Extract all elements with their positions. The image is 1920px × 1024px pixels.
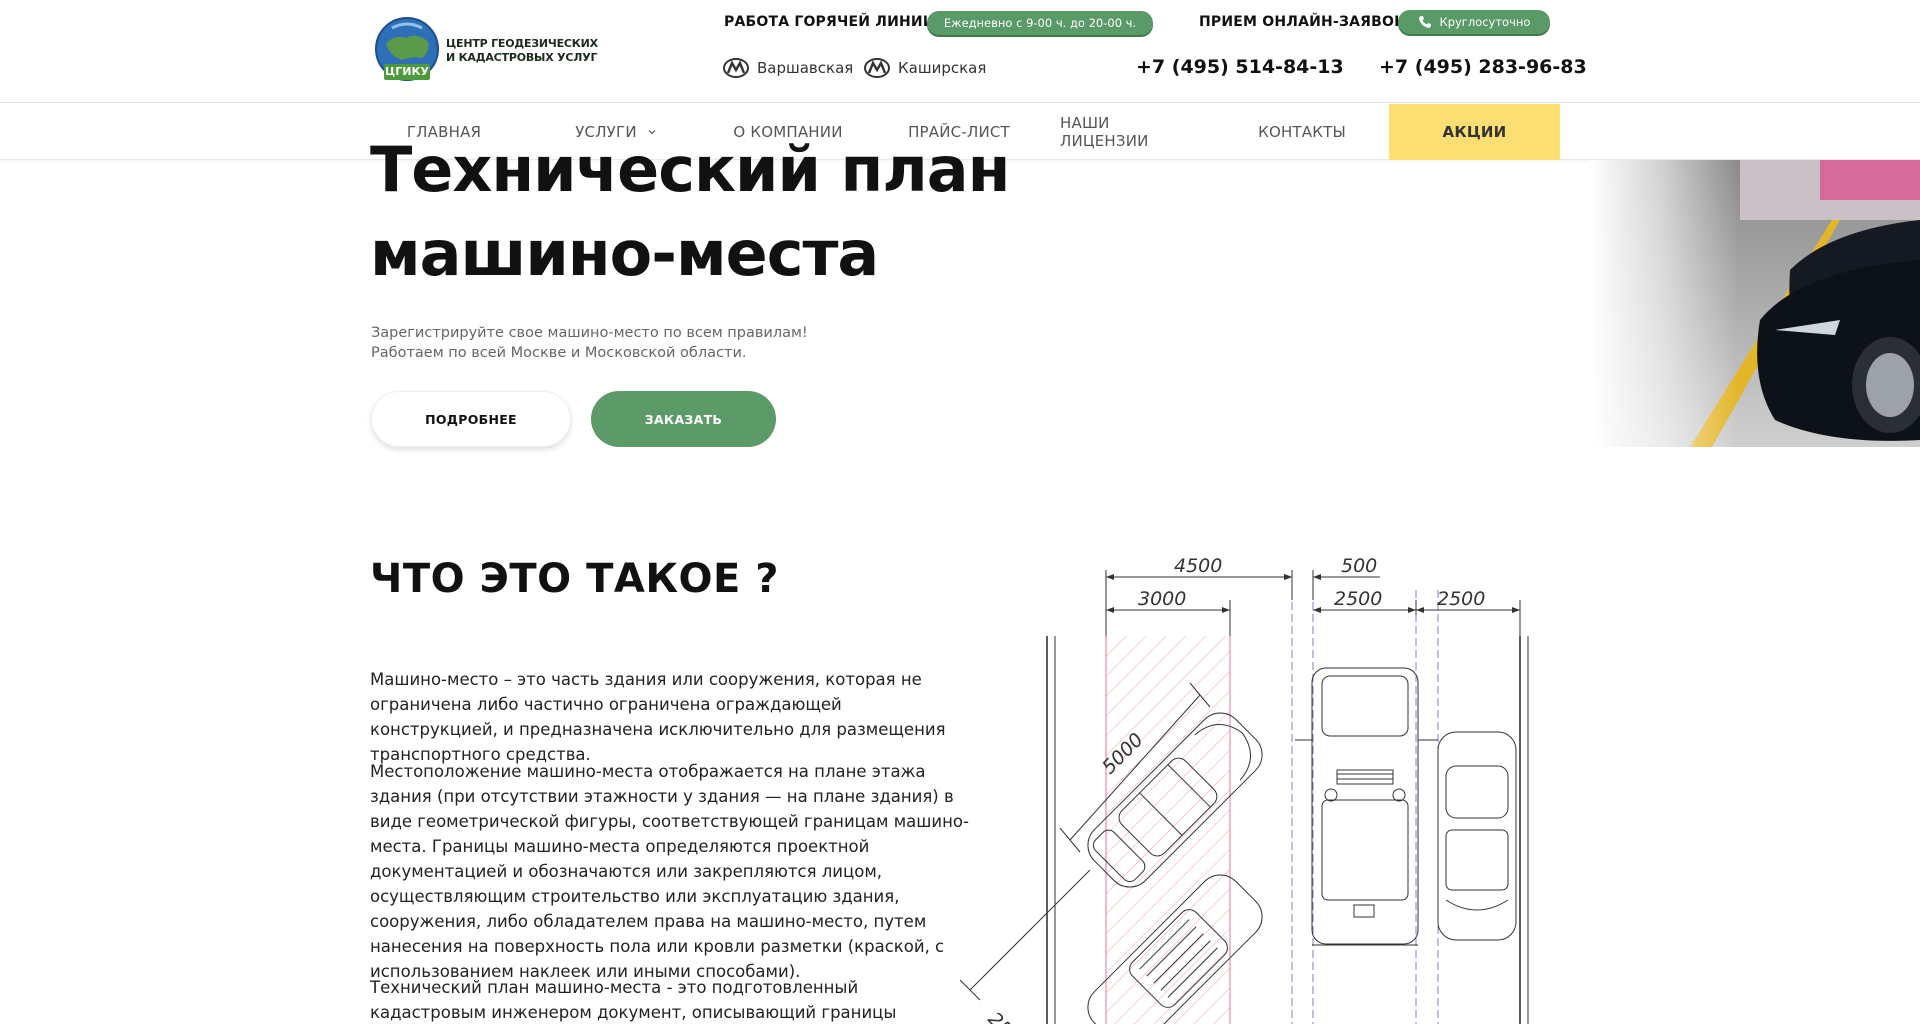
hero-title-line-2: машино-места [370,217,879,290]
order-button[interactable]: ЗАКАЗАТЬ [591,391,776,447]
tech-plan-paragraph: Технический план машино-места - это подг… [370,978,897,1022]
metro-icon [864,58,890,78]
hero-subtitle-line-2: Работаем по всей Москве и Московской обл… [371,345,747,361]
logo-emblem: ЦГИКУ [372,16,442,86]
hotline-hours-badge: Ежедневно с 9-00 ч. до 20-00 ч. [927,11,1153,35]
parking-space-diagram: 4500 500 3000 2500 2500 5000 2500 [955,548,1540,1024]
hero-title-line-1: Технический план [370,133,1010,206]
metro-station-2: Каширская [864,58,986,78]
online-requests-label: ПРИЕМ ОНЛАЙН-ЗАЯВОК: [1199,14,1412,30]
phone-number-1[interactable]: +7 (495) 514-84-13 [1136,56,1344,78]
dim-label-3000: 3000 [1138,588,1186,610]
company-logo[interactable]: ЦГИКУ ЦЕНТР ГЕОДЕЗИЧЕСКИХ И КАДАСТРОВЫХ … [372,16,612,86]
nav-item-licenses[interactable]: НАШИ ЛИЦЕНЗИИ [1060,104,1202,160]
section-title: ЧТО ЭТО ТАКОЕ ? [370,556,780,602]
logo-badge: ЦГИКУ [385,65,429,78]
phone-icon [1418,16,1431,28]
dim-label-2500-a: 2500 [1334,588,1382,610]
hero-subtitle-line-1: Зарегистрируйте свое машино-место по все… [371,325,808,341]
hotline-label: РАБОТА ГОРЯЧЕЙ ЛИНИИ: [724,14,941,30]
metro-icon [723,58,749,78]
metro-station-name: Варшавская [757,59,854,77]
more-info-button[interactable]: ПОДРОБНЕЕ [371,391,571,447]
logo-text: ЦЕНТР ГЕОДЕЗИЧЕСКИХ И КАДАСТРОВЫХ УСЛУГ [446,37,598,65]
online-hours-badge[interactable]: Круглосуточно [1398,10,1550,34]
metro-station-1: Варшавская [723,58,853,78]
dim-label-2500-b: 2500 [1437,588,1485,610]
logo-line-2: И КАДАСТРОВЫХ УСЛУГ [446,51,598,64]
dim-label-2500-c: 2500 [983,1008,1033,1024]
dim-label-4500: 4500 [1174,555,1222,577]
dim-label-500: 500 [1341,555,1377,577]
logo-line-1: ЦЕНТР ГЕОДЕЗИЧЕСКИХ [446,37,598,50]
definition-paragraph: Машино-место – это часть здания или соор… [370,670,946,764]
nav-item-contacts[interactable]: КОНТАКТЫ [1236,104,1368,160]
hero-parking-photo [1590,160,1920,447]
location-paragraph: Местоположение машино-места отображается… [370,762,969,981]
nav-item-promotions[interactable]: АКЦИИ [1389,104,1560,160]
hero-subtitle: Зарегистрируйте свое машино-место по все… [371,323,808,363]
phone-number-2[interactable]: +7 (495) 283-96-83 [1379,56,1587,78]
online-hours-text: Круглосуточно [1439,15,1531,29]
top-header: ЦГИКУ ЦЕНТР ГЕОДЕЗИЧЕСКИХ И КАДАСТРОВЫХ … [0,0,1920,103]
metro-station-name: Каширская [898,59,987,77]
hero-title: Технический план машино-места [370,128,1010,296]
